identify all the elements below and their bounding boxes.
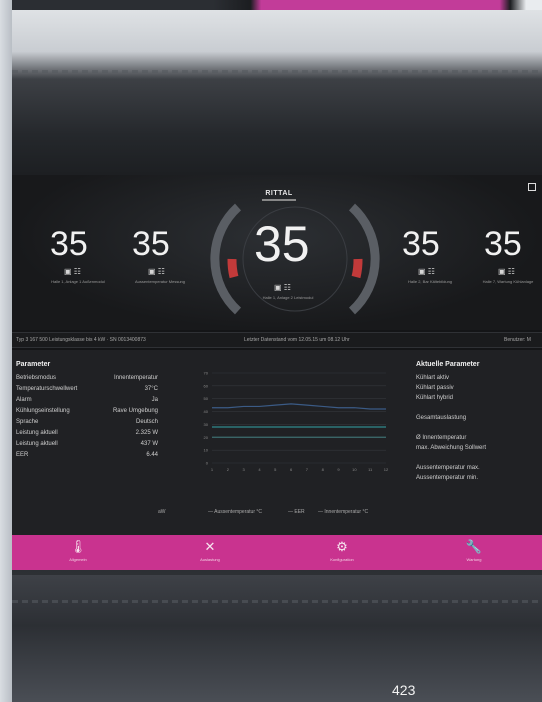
left-outer-icons: ▣ ☷ <box>64 267 81 276</box>
parameter-value: 437 W <box>140 441 158 447</box>
nav-konfiguration[interactable]: ⚙ Konfiguration <box>276 535 408 570</box>
aktuelle-row: Gesamtauslastung <box>416 415 467 421</box>
bottom-navbar: 🌡 Allgemein ✕ Auslastung ⚙ Konfiguration… <box>12 535 542 570</box>
aktuelle-title: Aktuelle Parameter <box>416 361 480 368</box>
display-screen: RITTAL 35 ▣ ☷ Halle 1, Anlage 1 Außenmod… <box>12 175 542 570</box>
y-tick-label: 50 <box>204 396 209 401</box>
nav-wartung[interactable]: 🔧 Wartung <box>408 535 540 570</box>
wrench-icon: 🔧 <box>465 539 483 554</box>
status-bar: Typ 3 167 500 Leistungsklasse bis 4 kW ·… <box>12 332 542 348</box>
aktuelle-row: Kühlart hybrid <box>416 395 454 401</box>
x-tick-label: 5 <box>274 467 277 472</box>
parameter-label: Leistung aktuell <box>16 430 58 436</box>
series-line-1 <box>212 403 386 410</box>
temperature-chart: 70 60 50 40 30 20 10 0 1 2 3 4 5 6 7 8 9 10 11 12 <box>190 365 390 480</box>
y-tick-label: 10 <box>204 448 209 453</box>
right-inner-caption: Halle 2, Bar Kältebildung <box>407 279 453 284</box>
aktuelle-row: Ø Innentemperatur <box>416 435 467 441</box>
parameter-label: Leistung aktuell <box>16 441 58 447</box>
y-tick-label: 20 <box>204 435 209 440</box>
center-icons: ▣ ☷ <box>274 283 291 292</box>
gear-icon: ⚙ <box>336 539 348 554</box>
x-tick-label: 3 <box>243 467 246 472</box>
y-tick-label: 70 <box>204 371 209 376</box>
value-left-outer: 35 <box>50 225 88 263</box>
right-outer-caption: Halle 7, Wartung Kühlanlage <box>482 279 534 284</box>
x-tick-label: 2 <box>227 467 230 472</box>
x-tick-label: 8 <box>322 467 325 472</box>
aktuelle-row: Kühlart aktiv <box>416 375 450 381</box>
value-center: 35 <box>254 216 310 272</box>
nav-label: Auslastung <box>200 557 220 562</box>
left-outer-caption: Halle 1, Anlage 1 Außenmodul <box>51 279 105 284</box>
device-info: Typ 3 167 500 Leistungsklasse bis 4 kW ·… <box>16 337 146 343</box>
user-info[interactable]: Benutzer: M <box>504 337 531 343</box>
nav-label: Konfiguration <box>330 557 354 562</box>
nav-auslastung[interactable]: ✕ Auslastung <box>144 535 276 570</box>
parameter-value: Innentemperatur <box>113 375 158 381</box>
parameter-label: Temperaturschwellwert <box>16 386 78 392</box>
x-tick-label: 11 <box>368 467 373 472</box>
stitch-bottom <box>12 600 542 603</box>
top-strip <box>12 0 542 10</box>
y-tick-label: 60 <box>204 383 209 388</box>
parameter-label: Kühlungseinstellung <box>16 408 70 414</box>
parameter-label: EER <box>16 452 29 458</box>
thermometer-icon: 🌡 <box>69 539 87 554</box>
x-tick-label: 6 <box>290 467 293 472</box>
x-tick-label: 7 <box>306 467 309 472</box>
parameter-label: Sprache <box>16 419 39 425</box>
frame-bottom-shade <box>12 575 542 702</box>
parameter-value: Rave Umgebung <box>112 408 158 414</box>
parameter-label: Alarm <box>16 397 32 403</box>
aktuelle-row: Kühlart passiv <box>416 385 454 391</box>
left-inner-caption: Aussentemperatur Messung <box>134 279 186 284</box>
parameter-value: 2.325 W <box>135 430 158 436</box>
value-right-outer: 35 <box>484 225 522 263</box>
aktuelle-row: max. Abweichung Sollwert <box>416 445 487 451</box>
parameter-title: Parameter <box>16 361 51 368</box>
page-edge <box>0 0 12 702</box>
y-tick-label: 0 <box>206 461 209 466</box>
aktuelle-row: Aussentemperatur max. <box>416 465 480 471</box>
left-inner-icons: ▣ ☷ <box>148 267 165 276</box>
y-tick-label: 30 <box>204 422 209 427</box>
right-inner-icons: ▣ ☷ <box>418 267 435 276</box>
expand-icon: ✕ <box>204 539 216 554</box>
x-tick-label: 4 <box>258 467 261 472</box>
value-left-inner: 35 <box>132 225 170 263</box>
window-icon[interactable] <box>528 183 536 191</box>
legend-series-1: — Aussentemperatur °C <box>208 509 262 515</box>
legend-unit: aW <box>158 509 166 515</box>
page-number: 423 <box>392 682 416 698</box>
legend-series-2: — EER <box>288 509 305 515</box>
y-tick-label: 40 <box>204 409 209 414</box>
parameter-value: 37°C <box>144 386 158 392</box>
parameter-value: Ja <box>151 397 158 403</box>
parameter-value: Deutsch <box>135 419 158 425</box>
aktuelle-row: Aussentemperatur min. <box>416 475 479 481</box>
chart-svg: 7060504030201001 2 3 4 5 6 7 8 9 10 11 12 <box>204 371 389 473</box>
parameter-value: 6.44 <box>146 452 158 458</box>
value-right-inner: 35 <box>402 225 440 263</box>
parameter-label: Betriebsmodus <box>16 375 57 381</box>
x-tick-label: 12 <box>384 467 389 472</box>
x-tick-label: 1 <box>211 467 214 472</box>
legend-series-3: — Innentemperatur °C <box>318 509 369 515</box>
nav-allgemein[interactable]: 🌡 Allgemein <box>12 535 144 570</box>
right-outer-icons: ▣ ☷ <box>498 267 515 276</box>
nav-label: Wartung <box>466 557 482 562</box>
last-update: Letzter Datenstand vom 12.05.15 um 08.12… <box>244 337 350 343</box>
nav-label: Allgemein <box>69 557 87 562</box>
x-tick-label: 9 <box>337 467 340 472</box>
gauge-cluster: RITTAL 35 ▣ ☷ Halle 1, Anlage 1 Außenmod… <box>12 175 542 330</box>
center-caption: Halle 1, Anlage 2 Leistmodul <box>262 295 314 300</box>
x-tick-label: 10 <box>352 467 357 472</box>
stitch-top <box>12 70 542 73</box>
